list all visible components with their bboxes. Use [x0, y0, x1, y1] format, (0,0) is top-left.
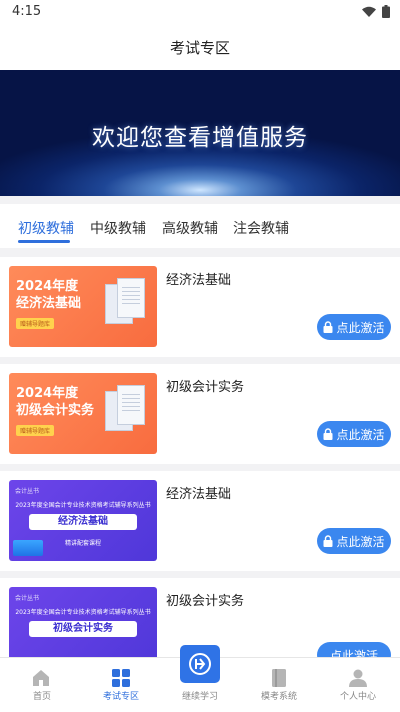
books-illustration	[13, 540, 43, 556]
course-card[interactable]: 2024年度 经济法基础 赠辅导题库 经济法基础 点此激活	[0, 257, 400, 357]
course-thumbnail: 会计丛书 2023年度全国会计专业技术资格考试辅导系列丛书 经济法基础 精讲配套…	[9, 480, 157, 561]
thumb-name: 经济法基础	[16, 296, 82, 311]
nav-mock-exam[interactable]: 模考系统	[239, 658, 319, 712]
nav-label: 考试专区	[102, 692, 139, 702]
continue-learning-button[interactable]	[180, 645, 220, 683]
status-bar: 4:15	[0, 0, 400, 24]
user-icon	[349, 669, 367, 687]
banner-text: 欢迎您查看增值服务	[92, 125, 308, 151]
continue-learning-icon	[189, 653, 211, 675]
thumb-series-title: 2023年度全国会计专业技术资格考试辅导系列丛书	[15, 502, 151, 509]
activate-label: 点此激活	[336, 320, 385, 335]
nav-profile[interactable]: 个人中心	[318, 658, 398, 712]
nav-label: 继续学习	[181, 692, 218, 702]
thumb-year: 2024年度	[16, 386, 79, 401]
course-title: 初级会计实务	[166, 380, 245, 395]
course-card[interactable]: 2024年度 初级会计实务 赠辅导题库 初级会计实务 点此激活	[0, 364, 400, 464]
thumb-name: 初级会计实务	[16, 403, 95, 418]
tab-cpa[interactable]: 注会教辅	[233, 218, 289, 238]
grid-icon	[112, 669, 130, 687]
thumb-series-label: 会计丛书	[15, 488, 40, 495]
papers-illustration	[103, 385, 145, 435]
status-time: 4:15	[12, 4, 42, 19]
nav-home[interactable]: 首页	[2, 658, 82, 712]
title-bar: 考试专区	[0, 24, 400, 70]
course-title: 经济法基础	[166, 487, 232, 502]
thumb-name: 初级会计实务	[29, 621, 137, 637]
nav-label: 个人中心	[339, 692, 376, 702]
tab-junior[interactable]: 初级教辅	[18, 218, 74, 238]
nav-exam-zone[interactable]: 考试专区	[81, 658, 161, 712]
wifi-icon	[362, 6, 376, 17]
thumb-year: 2024年度	[16, 279, 79, 294]
tab-intermediate[interactable]: 中级教辅	[90, 218, 146, 238]
papers-illustration	[103, 278, 145, 328]
lock-icon	[323, 321, 333, 333]
book-icon	[272, 669, 286, 687]
thumb-name: 经济法基础	[29, 514, 137, 530]
home-icon	[33, 670, 49, 686]
category-tabs: 初级教辅 中级教辅 高级教辅 注会教辅	[0, 204, 400, 248]
status-icons	[362, 5, 390, 18]
course-title: 初级会计实务	[166, 594, 245, 609]
thumb-tag: 赠辅导题库	[16, 425, 55, 436]
thumb-series-label: 会计丛书	[15, 595, 40, 602]
thumb-series-title: 2023年度全国会计专业技术资格考试辅导系列丛书	[15, 609, 151, 616]
activate-label: 点此激活	[336, 534, 385, 549]
activate-label: 点此激活	[336, 427, 385, 442]
nav-label: 模考系统	[260, 692, 297, 702]
lock-icon	[323, 428, 333, 440]
activate-button[interactable]: 点此激活	[317, 421, 391, 447]
nav-label: 首页	[32, 692, 51, 702]
activate-button[interactable]: 点此激活	[317, 528, 391, 554]
tab-active-indicator	[18, 240, 70, 243]
course-title: 经济法基础	[166, 273, 232, 288]
tab-senior[interactable]: 高级教辅	[162, 218, 218, 238]
activate-button[interactable]: 点此激活	[317, 314, 391, 340]
page-title: 考试专区	[169, 39, 230, 57]
thumb-tag: 赠辅导题库	[16, 318, 55, 329]
course-card[interactable]: 会计丛书 2023年度全国会计专业技术资格考试辅导系列丛书 经济法基础 精讲配套…	[0, 471, 400, 571]
promo-banner[interactable]: 欢迎您查看增值服务	[0, 70, 400, 196]
course-thumbnail: 会计丛书 2023年度全国会计专业技术资格考试辅导系列丛书 初级会计实务	[9, 587, 157, 668]
lock-icon	[323, 535, 333, 547]
course-thumbnail: 2024年度 经济法基础 赠辅导题库	[9, 266, 157, 347]
battery-icon	[382, 5, 390, 18]
course-thumbnail: 2024年度 初级会计实务 赠辅导题库	[9, 373, 157, 454]
